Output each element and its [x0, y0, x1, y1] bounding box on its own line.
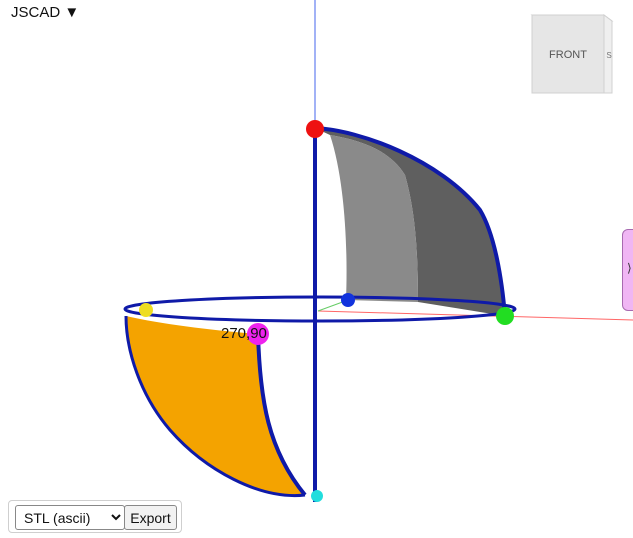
- equator-outline: [123, 295, 517, 323]
- export-panel: STL (ascii) Export: [8, 500, 182, 533]
- point-label: 270,90: [221, 325, 267, 342]
- red-handle[interactable]: [306, 120, 324, 138]
- export-button[interactable]: Export: [124, 505, 177, 530]
- jscad-menu-toggle[interactable]: JSCAD ▼: [11, 4, 79, 21]
- view-cube-side-label: S: [606, 51, 611, 60]
- green-handle[interactable]: [496, 307, 514, 325]
- blue-handle[interactable]: [341, 293, 355, 307]
- view-cube-front-label: FRONT: [549, 49, 587, 61]
- side-panel-toggle[interactable]: ⟩: [622, 229, 633, 311]
- cyan-handle[interactable]: [311, 490, 323, 502]
- export-format-select[interactable]: STL (ascii): [15, 505, 125, 530]
- chevron-right-icon: ⟩: [627, 261, 632, 275]
- view-cube[interactable]: FRONT S: [530, 13, 614, 95]
- yellow-handle[interactable]: [139, 303, 153, 317]
